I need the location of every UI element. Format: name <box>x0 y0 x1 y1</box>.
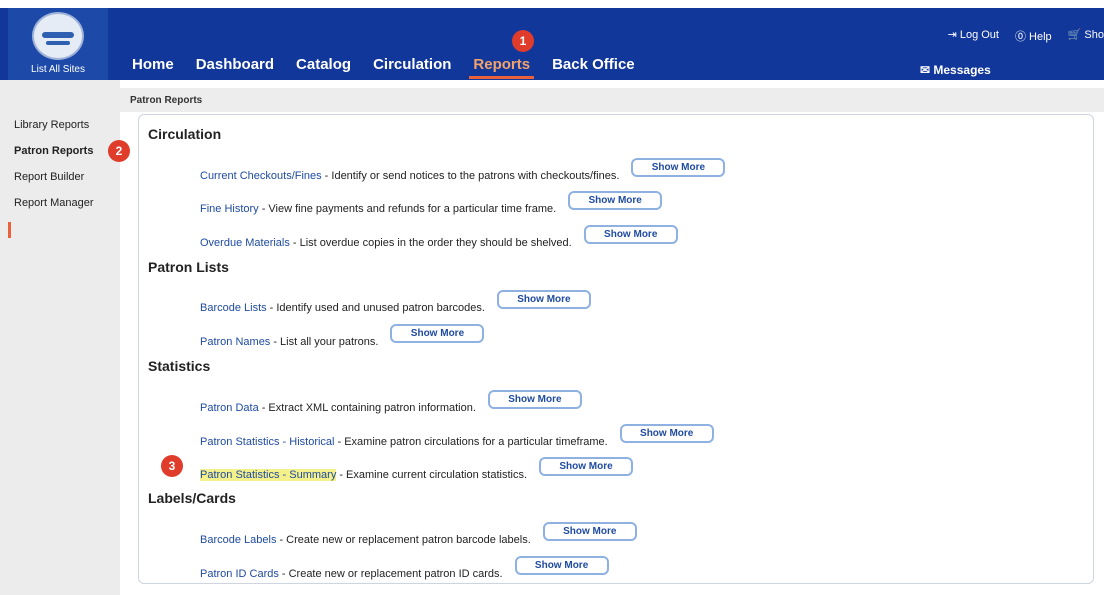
shop-link[interactable]: 🛒 Sho <box>1068 28 1104 44</box>
step-badge-3: 3 <box>161 455 183 477</box>
report-description: - Identify used and unused patron barcod… <box>269 301 485 314</box>
report-link-highlighted[interactable]: Patron Statistics - Summary <box>200 468 337 481</box>
help-link[interactable]: ⓪ Help <box>1015 28 1052 44</box>
report-description: - View fine payments and refunds for a p… <box>261 202 557 215</box>
report-description: - Identify or send notices to the patron… <box>324 169 620 182</box>
report-row: Patron Statistics - Summary - Examine cu… <box>200 457 633 484</box>
report-link[interactable]: Fine History <box>200 203 259 215</box>
nav-catalog[interactable]: Catalog <box>296 56 351 73</box>
report-link[interactable]: Barcode Lists <box>200 302 267 314</box>
report-link[interactable]: Overdue Materials <box>200 237 290 249</box>
nav-dashboard[interactable]: Dashboard <box>196 56 274 73</box>
nav-circulation[interactable]: Circulation <box>373 56 451 73</box>
log-out-link[interactable]: ⇥ Log Out <box>948 28 999 44</box>
report-description: - Create new or replacement patron barco… <box>279 533 531 546</box>
section-title-patron-lists: Patron Lists <box>148 259 229 275</box>
report-row: Current Checkouts/Fines - Identify or se… <box>200 158 726 185</box>
report-row: Patron Names - List all your patrons. Sh… <box>200 324 485 351</box>
logo-icon <box>32 12 84 60</box>
nav-reports[interactable]: Reports <box>469 56 534 79</box>
sidebar-item-patron-reports[interactable]: Patron Reports <box>14 145 93 157</box>
messages-link[interactable]: ✉ Messages <box>920 63 991 77</box>
breadcrumb-bar <box>120 88 1104 112</box>
sidebar-item-report-builder[interactable]: Report Builder <box>14 171 84 183</box>
report-row: Barcode Lists - Identify used and unused… <box>200 290 591 317</box>
show-more-button[interactable]: Show More <box>583 225 678 244</box>
sidebar-item-report-manager[interactable]: Report Manager <box>14 197 94 209</box>
breadcrumb: Patron Reports <box>130 95 203 106</box>
step-badge-2: 2 <box>108 140 130 162</box>
report-link[interactable]: Current Checkouts/Fines <box>200 170 322 182</box>
report-description: - Create new or replacement patron ID ca… <box>281 567 503 580</box>
sidebar: Library Reports Patron Reports Report Bu… <box>0 80 120 595</box>
nav-back-office[interactable]: Back Office <box>552 56 635 73</box>
report-link[interactable]: Patron Names <box>200 336 270 348</box>
section-title-labels-cards: Labels/Cards <box>148 490 236 506</box>
report-link[interactable]: Patron Statistics - Historical <box>200 436 334 448</box>
report-description: - Extract XML containing patron informat… <box>261 401 476 414</box>
show-more-button[interactable]: Show More <box>514 556 609 575</box>
report-row: Overdue Materials - List overdue copies … <box>200 225 678 252</box>
site-logo[interactable]: List All Sites <box>8 8 108 80</box>
show-more-button[interactable]: Show More <box>542 522 637 541</box>
section-title-statistics: Statistics <box>148 358 211 374</box>
show-more-button[interactable]: Show More <box>619 424 714 443</box>
report-row: Fine History - View fine payments and re… <box>200 191 663 218</box>
sidebar-item-library-reports[interactable]: Library Reports <box>14 119 89 131</box>
show-more-button[interactable]: Show More <box>390 324 485 343</box>
show-more-button[interactable]: Show More <box>496 290 591 309</box>
report-row: Barcode Labels - Create new or replaceme… <box>200 522 637 549</box>
show-more-button[interactable]: Show More <box>568 191 663 210</box>
show-more-button[interactable]: Show More <box>487 390 582 409</box>
show-more-button[interactable]: Show More <box>631 158 726 177</box>
report-link[interactable]: Barcode Labels <box>200 534 276 546</box>
report-link[interactable]: Patron Data <box>200 402 259 414</box>
active-indicator <box>8 222 11 238</box>
main-nav: Home Dashboard Catalog Circulation Repor… <box>132 56 657 79</box>
report-link[interactable]: Patron ID Cards <box>200 568 279 580</box>
show-more-button[interactable]: Show More <box>539 457 633 476</box>
top-actions: ⇥ Log Out ⓪ Help 🛒 Sho <box>948 28 1104 44</box>
report-description: - List overdue copies in the order they … <box>292 236 572 249</box>
step-badge-1: 1 <box>512 30 534 52</box>
report-row: Patron ID Cards - Create new or replacem… <box>200 556 609 583</box>
report-description: - Examine patron circulations for a part… <box>337 435 608 448</box>
report-description: - List all your patrons. <box>273 335 379 348</box>
top-navigation-bar: List All Sites Home Dashboard Catalog Ci… <box>0 8 1104 80</box>
section-title-circulation: Circulation <box>148 126 222 142</box>
list-all-sites-link[interactable]: List All Sites <box>8 64 108 75</box>
report-row: Patron Statistics - Historical - Examine… <box>200 424 714 451</box>
nav-home[interactable]: Home <box>132 56 174 73</box>
report-row: Patron Data - Extract XML containing pat… <box>200 390 582 417</box>
report-description: - Examine current circulation statistics… <box>339 468 527 481</box>
